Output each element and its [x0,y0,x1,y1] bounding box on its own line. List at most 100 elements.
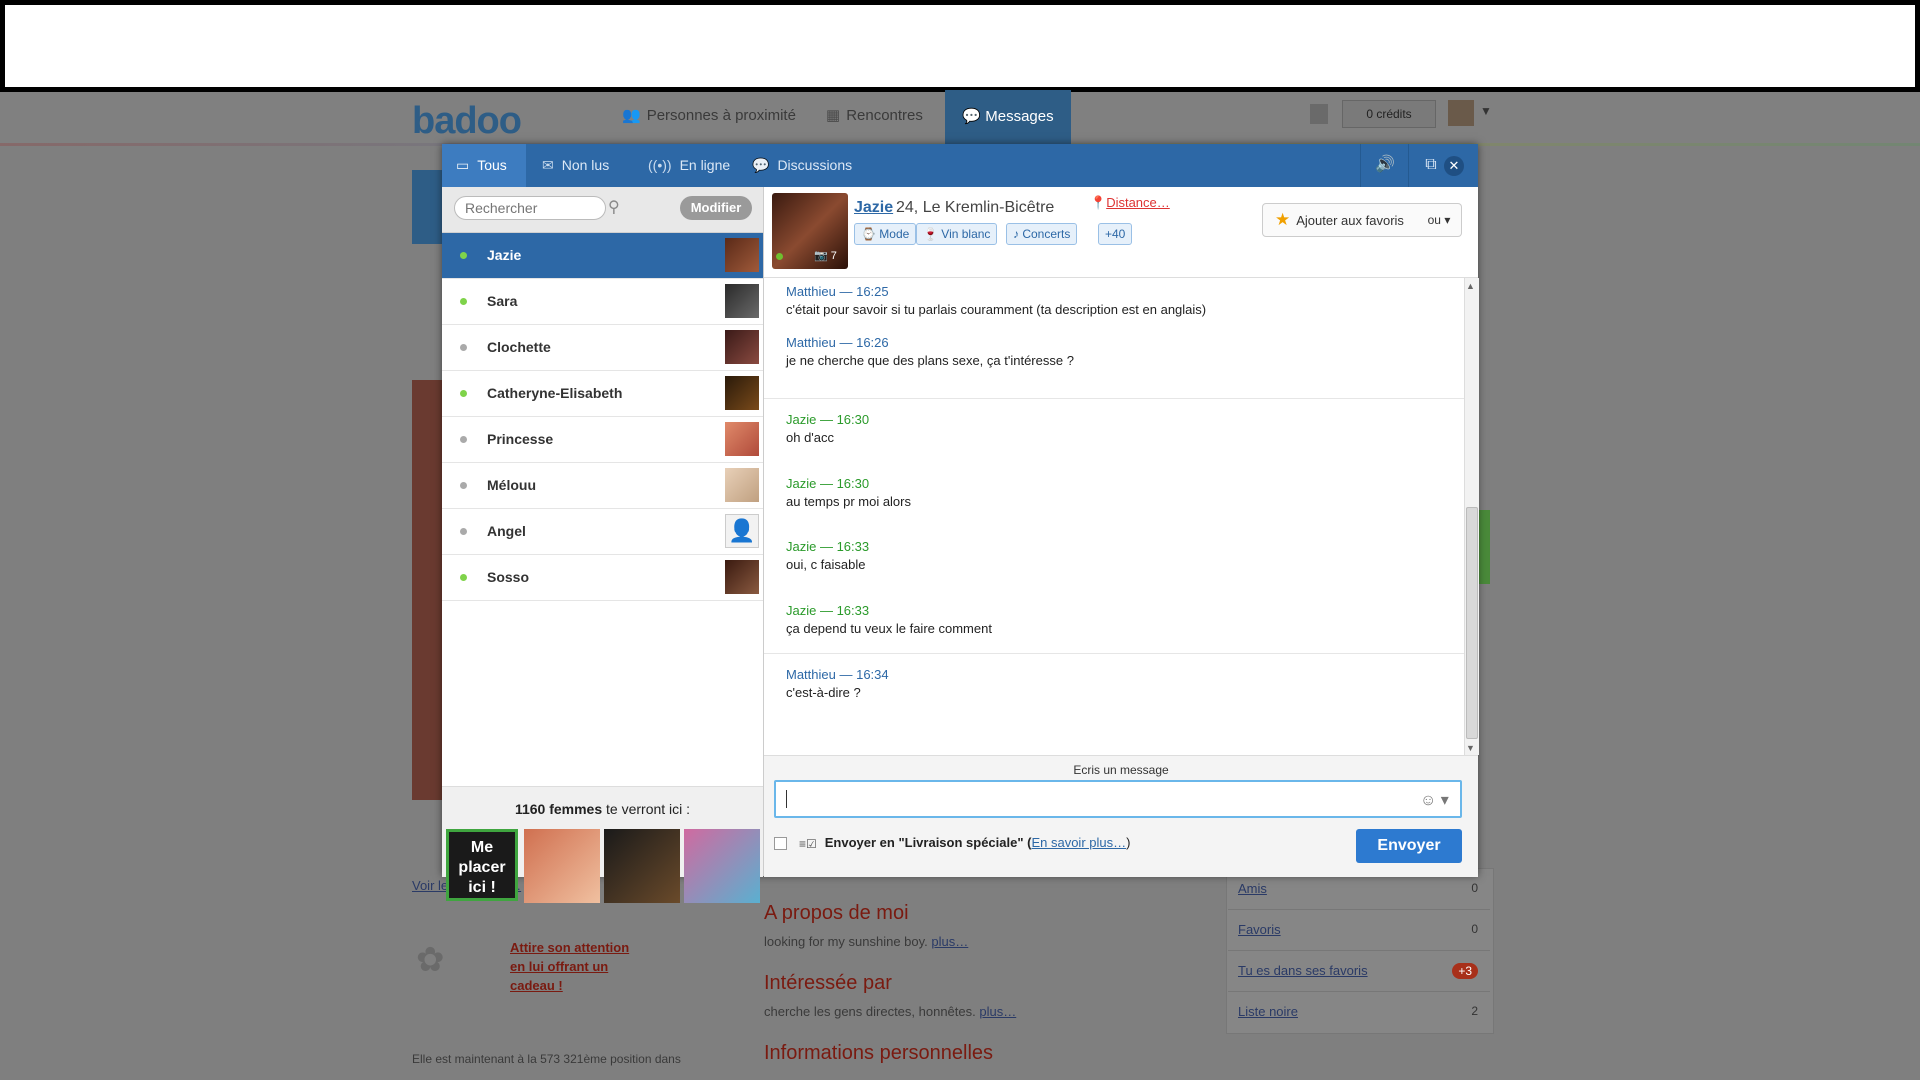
side-row-favorites[interactable]: Favoris 0 [1228,910,1490,951]
interest-chip[interactable]: ⌚ Mode [854,223,917,245]
contact-name: Jazie [487,247,522,263]
online-dot [460,252,467,259]
signal-icon: ((•)) [648,157,672,173]
contact-item[interactable]: Sosso [442,555,763,601]
mode-icon: ⌚ [861,227,880,241]
tab-discussions[interactable]: 💬 Discussions [752,144,852,187]
contact-avatar [725,330,759,364]
interest-more-link[interactable]: plus… [979,1004,1016,1019]
top-blank-banner [0,0,1920,92]
credits-button[interactable]: 0 crédits [1342,100,1436,128]
contact-item[interactable]: Jazie [442,233,763,279]
tab-all[interactable]: ▭ Tous [442,144,526,187]
tab-online[interactable]: ((•)) En ligne [648,144,730,187]
learn-more-link[interactable]: En savoir plus… [1031,835,1126,850]
tab-discussions-label: Discussions [777,157,853,173]
gift-link-3[interactable]: cadeau ! [510,978,563,993]
scroll-up-icon[interactable]: ▲ [1466,281,1475,291]
contact-item[interactable]: Angel 👤 [442,509,763,555]
smiley-icon[interactable]: ☺ ▾ [1420,790,1449,810]
side-row-label[interactable]: Amis [1238,881,1267,896]
interest-chip[interactable]: 🍷 Vin blanc [916,223,998,245]
offline-dot [460,344,467,351]
contact-item[interactable]: Mélouu [442,463,763,509]
nav-encounters[interactable]: ▦ Rencontres [826,106,923,124]
envelope-icon: ✉ [542,157,554,173]
side-row-blacklist[interactable]: Liste noire 2 [1228,992,1490,1032]
place-me-button[interactable]: Me placer ici ! [446,829,518,901]
contact-name: Sara [487,293,518,309]
message-author: Jazie — 16:30 [786,412,870,427]
tab-unread[interactable]: ✉ Non lus [542,144,609,187]
more-options-dropdown[interactable]: ou ▾ [1417,203,1462,237]
chevron-down-icon[interactable]: ▼ [1480,104,1492,118]
user-avatar[interactable] [1448,100,1474,126]
gift-link-1[interactable]: Attire son attention [510,940,629,955]
message-text: c'était pour savoir si tu parlais couram… [786,302,1207,317]
message-group: Matthieu — 16:34 c'est-à-dire ? [764,653,1464,753]
message-author: Matthieu — 16:25 [786,284,889,299]
promo-thumb[interactable] [524,829,600,903]
delivery-icon: ≡☑ [799,836,817,851]
about-title: A propos de moi [764,902,909,924]
contact-name: Sosso [487,569,530,585]
nav-nearby[interactable]: 👥 Personnes à proximité [622,106,796,124]
side-row-count: 0 [1471,881,1478,895]
modify-button[interactable]: Modifier [680,196,752,220]
promo-rest: te verront ici : [602,801,691,817]
distance-link[interactable]: 📍Distance… [1090,195,1170,211]
badoo-logo[interactable]: badoo [412,100,522,143]
offline-dot [460,528,467,535]
search-icon[interactable]: ⚲ [608,197,620,217]
promo-thumb[interactable] [604,829,680,903]
special-delivery-option: ≡☑ Envoyer en "Livraison spéciale" (En sa… [774,835,1130,851]
tab-separator [1360,144,1361,187]
message-list[interactable]: Matthieu — 16:25 c'était pour savoir si … [764,278,1464,755]
modal-tab-bar: ▭ Tous ✉ Non lus ((•)) En ligne 💬 Discussion… [442,144,1478,187]
side-row-in-favorites[interactable]: Tu es dans ses favoris +3 [1228,951,1490,992]
nav-messages[interactable]: 💬 Messages [945,90,1071,144]
popout-icon[interactable]: ⧉ [1420,154,1442,176]
gift-link-2[interactable]: en lui offrant un [510,959,608,974]
contact-avatar [725,560,759,594]
send-button[interactable]: Envoyer [1356,829,1462,863]
message-author: Jazie — 16:33 [786,603,870,618]
notification-icon[interactable] [1310,104,1328,124]
credits-label: 0 crédits [1366,107,1412,121]
sound-icon[interactable]: 🔊 [1374,154,1396,176]
conversation-panel: 📷 7 Jazie 24, Le Kremlin-Bicêtre 📍Distan… [764,187,1479,877]
add-favorites-button[interactable]: ★ Ajouter aux favoris [1262,203,1418,237]
contact-avatar [725,284,759,318]
profile-name-link[interactable]: Jazie [854,199,893,217]
search-input[interactable] [454,196,606,220]
contact-search-bar: ⚲ Modifier [442,187,763,233]
message-text: je ne cherche que des plans sexe, ça t'i… [786,353,1074,368]
side-row-label[interactable]: Liste noire [1238,1004,1298,1019]
contact-item[interactable]: Catheryne-Elisabeth [442,371,763,417]
scrollbar-thumb[interactable] [1466,507,1478,739]
message-input[interactable]: ☺ ▾ [774,780,1462,818]
about-more-link[interactable]: plus… [931,934,968,949]
interest-text-body: cherche les gens directes, honnêtes. [764,1004,976,1019]
info-title: Informations personnelles [764,1042,994,1064]
scroll-down-icon[interactable]: ▼ [1466,743,1475,753]
chip-label: Mode [879,227,910,241]
message-author: Jazie — 16:30 [786,476,870,491]
contact-avatar [725,238,759,272]
contact-item[interactable]: Princesse [442,417,763,463]
compose-area: Ecris un message ☺ ▾ ≡☑ Envoyer en "Livra… [764,755,1478,877]
tab-separator [1408,144,1409,187]
side-row-label[interactable]: Tu es dans ses favoris [1238,963,1368,978]
side-row-label[interactable]: Favoris [1238,922,1281,937]
interest-chip[interactable]: ♪ Concerts [1006,223,1078,245]
more-interests-chip[interactable]: +40 [1098,223,1133,245]
promo-thumb[interactable] [684,829,760,903]
contact-item[interactable]: Sara [442,279,763,325]
text-caret [786,790,787,808]
close-icon[interactable]: ✕ [1444,156,1464,176]
contact-item[interactable]: Clochette [442,325,763,371]
online-dot [460,298,467,305]
special-delivery-checkbox[interactable] [774,837,787,851]
music-note-icon: ♪ [1013,227,1023,241]
discussion-icon: 💬 [752,157,770,173]
